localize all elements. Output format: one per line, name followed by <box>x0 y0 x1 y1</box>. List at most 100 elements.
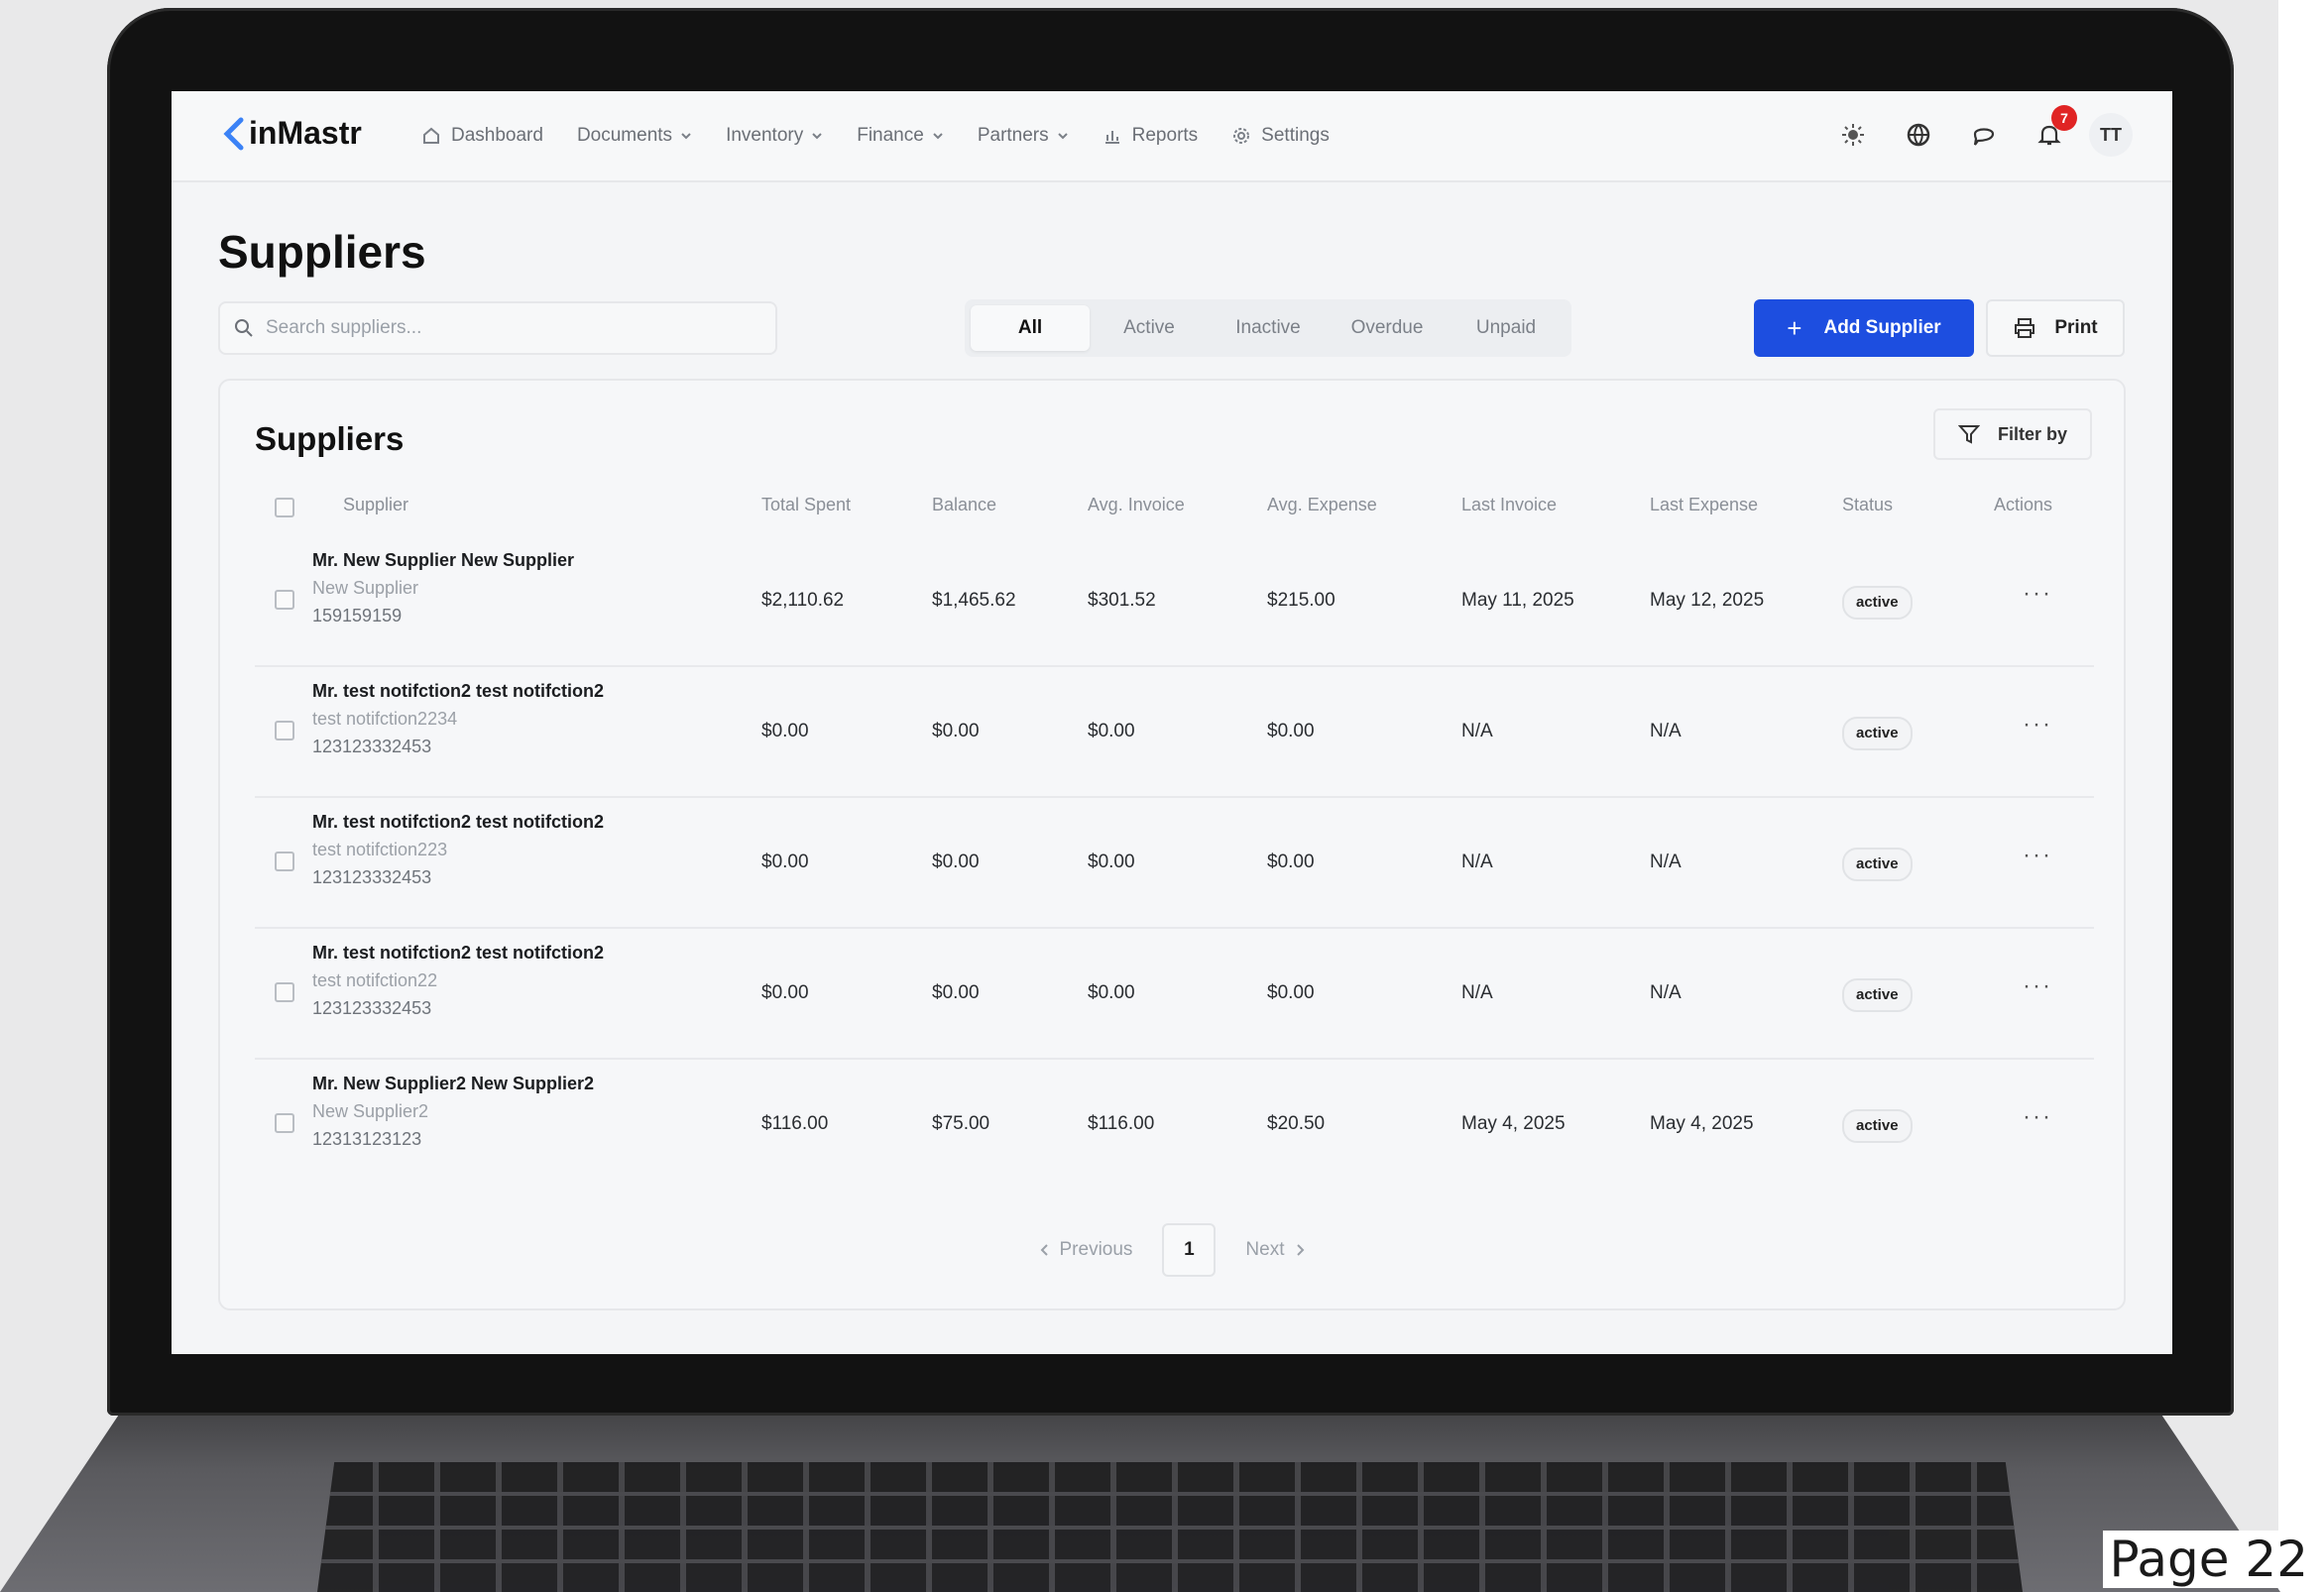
home-icon <box>423 127 439 144</box>
tab-unpaid[interactable]: Unpaid <box>1447 305 1566 351</box>
row-checkbox[interactable] <box>275 721 294 740</box>
pagination: Previous 1 Next <box>220 1223 2124 1277</box>
supplier-phone: 123123332453 <box>312 998 432 1018</box>
app-logo[interactable]: inMastr <box>221 115 362 152</box>
last-expense: N/A <box>1650 852 1682 872</box>
row-checkbox[interactable] <box>275 852 294 871</box>
chevron-right-icon <box>1296 1244 1304 1256</box>
row-checkbox[interactable] <box>275 982 294 1002</box>
status-badge: active <box>1842 1109 1913 1143</box>
add-supplier-label: Add Supplier <box>1823 317 1941 338</box>
printer-icon <box>2015 318 2035 338</box>
suppliers-card: Suppliers Filter by Supplier Total Spent… <box>218 379 2126 1310</box>
page-number-label: Page 22 <box>2103 1531 2314 1588</box>
table-row[interactable]: Mr. New Supplier New Supplier New Suppli… <box>255 534 2094 667</box>
plus-icon: + <box>1787 312 1802 343</box>
avg-expense: $0.00 <box>1267 721 1315 741</box>
status-tabs: All Active Inactive Overdue Unpaid <box>965 299 1571 357</box>
nav-item-partners[interactable]: Partners <box>978 125 1069 147</box>
column-header-balance[interactable]: Balance <box>932 495 996 515</box>
column-header-avg-invoice[interactable]: Avg. Invoice <box>1088 495 1185 515</box>
tab-inactive[interactable]: Inactive <box>1209 305 1328 351</box>
tab-all[interactable]: All <box>971 305 1090 351</box>
tab-active[interactable]: Active <box>1090 305 1209 351</box>
chevron-down-icon <box>812 133 822 140</box>
column-header-status[interactable]: Status <box>1842 495 1893 515</box>
row-checkbox[interactable] <box>275 1113 294 1133</box>
table-row[interactable]: Mr. test notifction2 test notifction2 te… <box>255 665 2094 798</box>
column-header-avg-expense[interactable]: Avg. Expense <box>1267 495 1377 515</box>
row-actions-menu[interactable]: ··· <box>2023 580 2052 608</box>
search-box <box>218 301 777 355</box>
supplier-name[interactable]: Mr. test notifction2 test notifction2 <box>312 681 604 702</box>
status-badge: active <box>1842 586 1913 620</box>
avg-invoice: $0.00 <box>1088 982 1135 1003</box>
last-expense: N/A <box>1650 721 1682 741</box>
row-actions-menu[interactable]: ··· <box>2023 972 2052 1000</box>
nav-item-finance[interactable]: Finance <box>857 125 944 147</box>
status-badge: active <box>1842 848 1913 881</box>
balance: $0.00 <box>932 982 980 1003</box>
status-badge: active <box>1842 978 1913 1012</box>
avatar[interactable]: TT <box>2089 113 2133 157</box>
filter-label: Filter by <box>1997 423 2067 444</box>
row-actions-menu[interactable]: ··· <box>2023 842 2052 869</box>
last-invoice: N/A <box>1461 721 1493 741</box>
add-supplier-button[interactable]: + Add Supplier <box>1754 299 1974 357</box>
gear-icon <box>1233 128 1250 144</box>
nav-item-reports[interactable]: Reports <box>1103 125 1198 147</box>
row-checkbox[interactable] <box>275 590 294 610</box>
app-screen: inMastr Dashboard Documents Inventory Fi… <box>172 91 2172 1354</box>
last-invoice: May 4, 2025 <box>1461 1113 1566 1134</box>
balance: $0.00 <box>932 852 980 872</box>
total-spent: $0.00 <box>761 982 809 1003</box>
select-all-checkbox[interactable] <box>275 498 294 517</box>
table-row[interactable]: Mr. New Supplier2 New Supplier2 New Supp… <box>255 1058 2094 1189</box>
filter-button[interactable]: Filter by <box>1933 408 2092 460</box>
supplier-company: New Supplier2 <box>312 1101 429 1121</box>
balance: $75.00 <box>932 1113 990 1134</box>
nav-item-settings[interactable]: Settings <box>1231 125 1330 147</box>
last-invoice: N/A <box>1461 852 1493 872</box>
last-expense: N/A <box>1650 982 1682 1003</box>
supplier-name[interactable]: Mr. New Supplier2 New Supplier2 <box>312 1074 594 1094</box>
tab-overdue[interactable]: Overdue <box>1328 305 1447 351</box>
supplier-name[interactable]: Mr. test notifction2 test notifction2 <box>312 812 604 833</box>
top-navbar: inMastr Dashboard Documents Inventory Fi… <box>172 91 2172 182</box>
avg-invoice: $0.00 <box>1088 852 1135 872</box>
avg-expense: $215.00 <box>1267 590 1336 611</box>
table-row[interactable]: Mr. test notifction2 test notifction2 te… <box>255 796 2094 929</box>
globe-icon[interactable] <box>1905 121 1932 149</box>
chat-icon[interactable] <box>1970 121 1998 149</box>
column-header-last-invoice[interactable]: Last Invoice <box>1461 495 1557 515</box>
nav-item-inventory[interactable]: Inventory <box>726 125 823 147</box>
previous-page-button[interactable]: Previous <box>1038 1239 1132 1261</box>
column-header-supplier[interactable]: Supplier <box>343 495 408 515</box>
next-page-button[interactable]: Next <box>1245 1239 1306 1261</box>
notifications-button[interactable]: 7 <box>2035 105 2077 149</box>
print-button[interactable]: Print <box>1986 299 2125 357</box>
nav-label: Dashboard <box>451 125 543 146</box>
sun-icon[interactable] <box>1839 121 1867 149</box>
search-input[interactable] <box>264 316 744 340</box>
row-actions-menu[interactable]: ··· <box>2023 711 2052 739</box>
row-actions-menu[interactable]: ··· <box>2023 1103 2052 1131</box>
supplier-company: test notifction2234 <box>312 709 458 729</box>
chevron-down-icon <box>681 133 691 140</box>
nav-item-documents[interactable]: Documents <box>577 125 692 147</box>
column-header-total-spent[interactable]: Total Spent <box>761 495 851 515</box>
filter-icon <box>1957 425 1980 444</box>
balance: $0.00 <box>932 721 980 741</box>
page-number-button[interactable]: 1 <box>1162 1223 1217 1277</box>
supplier-name[interactable]: Mr. test notifction2 test notifction2 <box>312 943 604 964</box>
page-title: Suppliers <box>218 226 426 278</box>
search-icon <box>235 319 253 337</box>
total-spent: $0.00 <box>761 721 809 741</box>
supplier-name[interactable]: Mr. New Supplier New Supplier <box>312 550 574 571</box>
supplier-phone: 123123332453 <box>312 867 432 887</box>
table-row[interactable]: Mr. test notifction2 test notifction2 te… <box>255 927 2094 1060</box>
column-header-last-expense[interactable]: Last Expense <box>1650 495 1758 515</box>
last-invoice: N/A <box>1461 982 1493 1003</box>
nav-label: Inventory <box>726 125 804 146</box>
nav-item-dashboard[interactable]: Dashboard <box>421 125 543 147</box>
